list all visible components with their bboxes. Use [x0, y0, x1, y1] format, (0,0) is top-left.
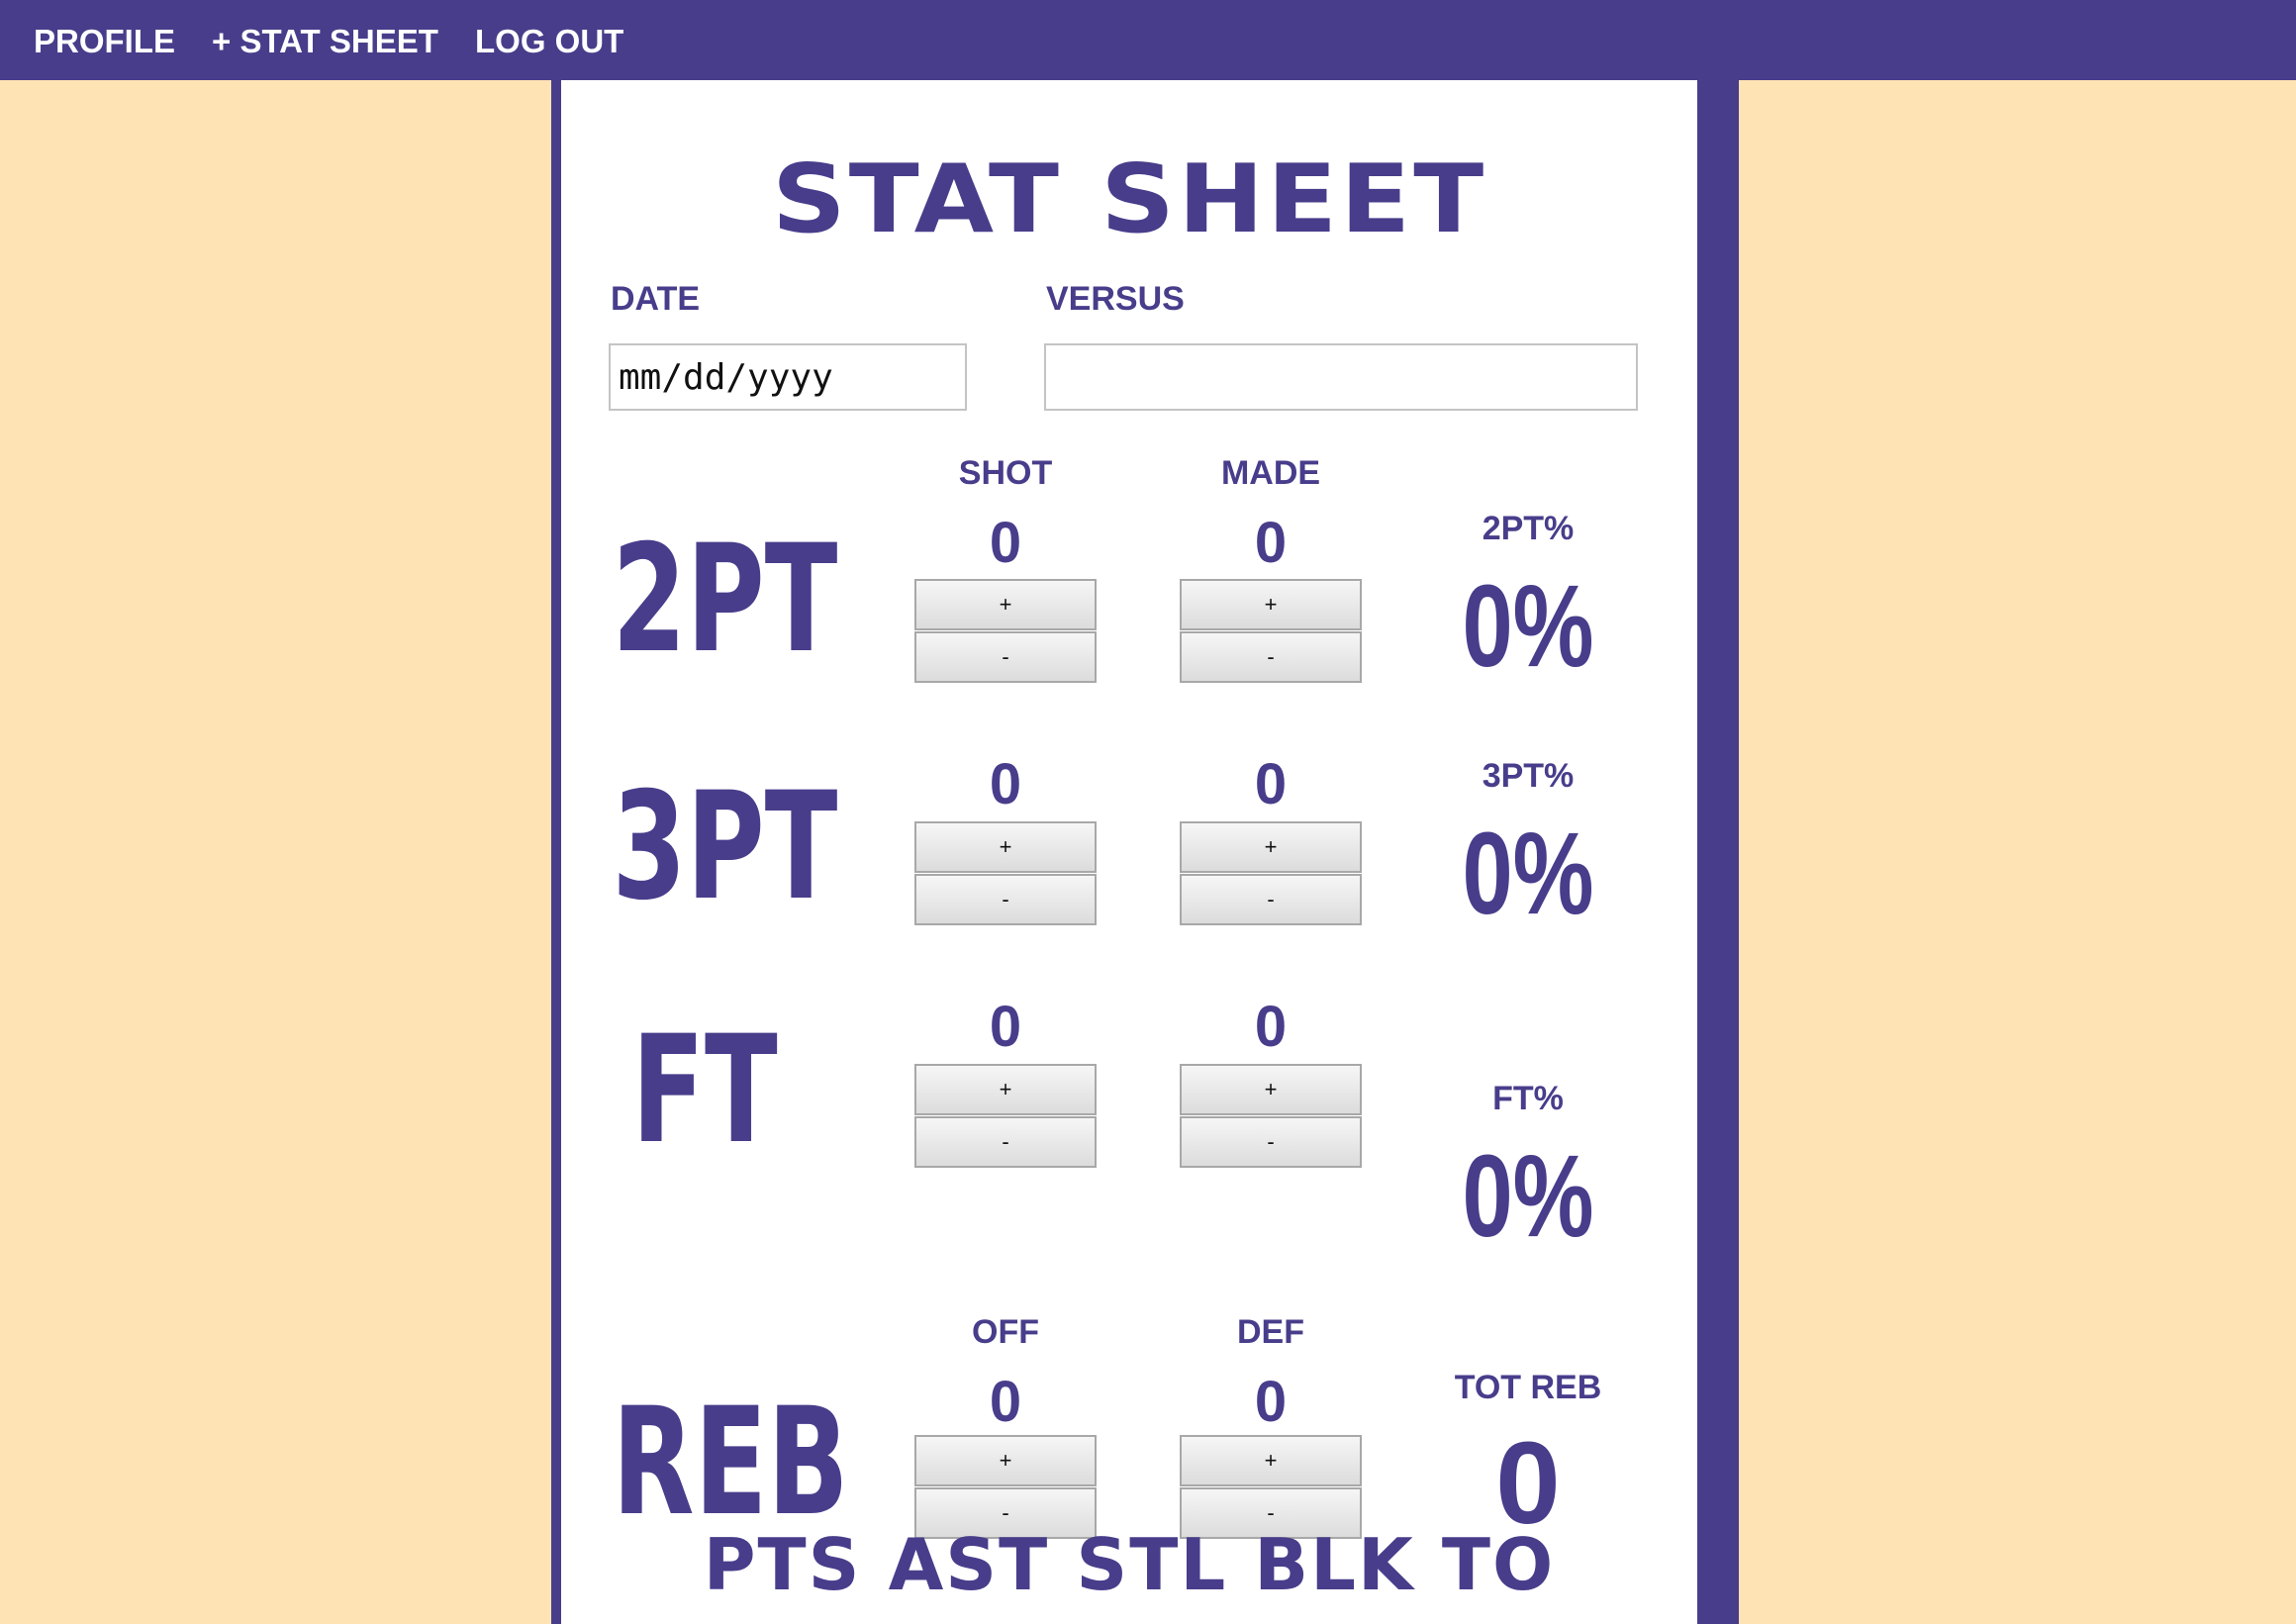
- ft-shot-plus-button[interactable]: +: [914, 1064, 1097, 1115]
- ft-percent-label: FT%: [1492, 1080, 1564, 1117]
- total-rebounds-label: TOT REB: [1454, 1369, 1602, 1406]
- ft-made-count: 0: [1254, 995, 1288, 1059]
- three-pt-percent-label: 3PT%: [1482, 757, 1575, 795]
- ft-made-plus-button[interactable]: +: [1180, 1064, 1362, 1115]
- three-pt-percent-value: 0%: [1462, 809, 1594, 939]
- made-column-header: MADE: [1220, 454, 1321, 492]
- two-pt-percent-value: 0%: [1462, 561, 1594, 692]
- def-rebound-plus-button[interactable]: +: [1180, 1435, 1362, 1486]
- versus-input[interactable]: [1044, 343, 1638, 411]
- two-pt-made-count: 0: [1254, 511, 1288, 575]
- ft-percent-value: 0%: [1462, 1131, 1594, 1262]
- two-pt-shot-count: 0: [989, 511, 1022, 575]
- two-pt-shot-minus-button[interactable]: -: [914, 631, 1097, 683]
- nav-stat-sheet-link[interactable]: + STAT SHEET: [212, 0, 438, 80]
- ft-shot-minus-button[interactable]: -: [914, 1116, 1097, 1168]
- three-pt-row-label: 3PT: [612, 761, 838, 933]
- three-pt-shot-plus-button[interactable]: +: [914, 821, 1097, 873]
- three-pt-made-minus-button[interactable]: -: [1180, 874, 1362, 925]
- ft-row-label: FT: [631, 1004, 778, 1177]
- two-pt-made-plus-button[interactable]: +: [1180, 579, 1362, 630]
- nav-profile-link[interactable]: PROFILE: [34, 0, 175, 80]
- off-rebound-count: 0: [989, 1370, 1022, 1434]
- def-column-header: DEF: [1237, 1313, 1304, 1351]
- date-input[interactable]: [609, 343, 967, 411]
- two-pt-percent-label: 2PT%: [1482, 510, 1575, 547]
- two-pt-made-minus-button[interactable]: -: [1180, 631, 1362, 683]
- page-title: STAT SHEET: [771, 143, 1487, 255]
- stat-sheet-border: STAT SHEET DATE VERSUS SHOT MADE 2PT 0 0…: [551, 80, 1739, 1624]
- three-pt-shot-count: 0: [989, 752, 1022, 816]
- top-nav: PROFILE + STAT SHEET LOG OUT: [0, 0, 2296, 80]
- nav-log-out-link[interactable]: LOG OUT: [475, 0, 623, 80]
- off-rebound-plus-button[interactable]: +: [914, 1435, 1097, 1486]
- three-pt-made-plus-button[interactable]: +: [1180, 821, 1362, 873]
- three-pt-shot-minus-button[interactable]: -: [914, 874, 1097, 925]
- additional-stats-header: PTS AST STL BLK TO: [703, 1523, 1556, 1606]
- versus-label: VERSUS: [1046, 280, 1185, 318]
- two-pt-row-label: 2PT: [612, 514, 838, 686]
- ft-made-minus-button[interactable]: -: [1180, 1116, 1362, 1168]
- reb-row-label: REB: [612, 1377, 849, 1549]
- two-pt-shot-plus-button[interactable]: +: [914, 579, 1097, 630]
- def-rebound-count: 0: [1254, 1370, 1288, 1434]
- three-pt-made-count: 0: [1254, 752, 1288, 816]
- off-column-header: OFF: [972, 1313, 1039, 1351]
- ft-shot-count: 0: [989, 995, 1022, 1059]
- stat-sheet-panel: STAT SHEET DATE VERSUS SHOT MADE 2PT 0 0…: [561, 80, 1697, 1624]
- shot-column-header: SHOT: [958, 454, 1053, 492]
- date-label: DATE: [611, 280, 701, 318]
